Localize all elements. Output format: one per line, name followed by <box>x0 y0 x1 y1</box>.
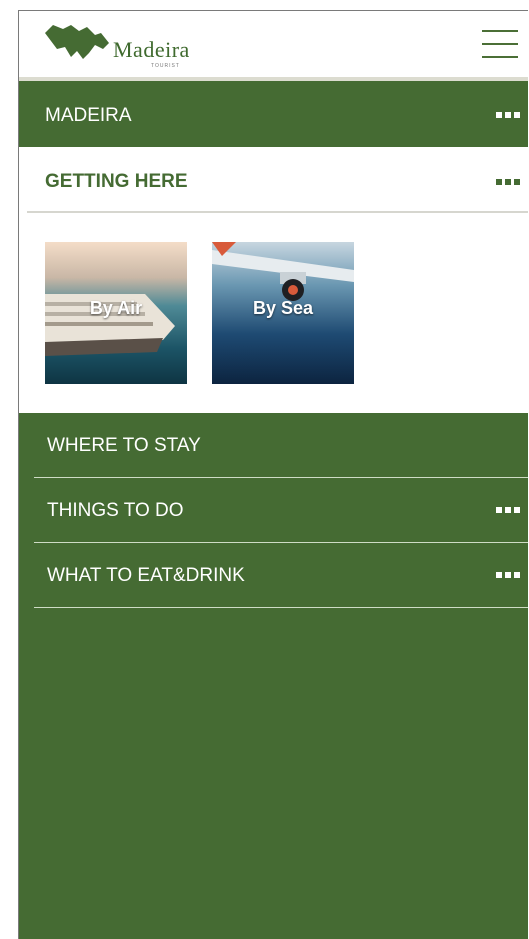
card-by-sea[interactable]: By Sea <box>212 242 354 384</box>
menu-item-getting-here[interactable]: GETTING HERE <box>45 171 188 193</box>
madeira-logo[interactable]: Madeira TOURIST <box>43 23 203 73</box>
app-frame: Madeira TOURIST MADEIRA GETTING HERE By … <box>18 10 528 939</box>
menu-item-things-to-do[interactable]: THINGS TO DO <box>34 478 528 543</box>
menu-item-label: WHAT TO EAT&DRINK <box>47 565 245 586</box>
more-dots-icon[interactable] <box>496 112 520 118</box>
menu-item-where-to-stay[interactable]: WHERE TO STAY <box>34 413 528 478</box>
submenu-divider <box>27 211 528 213</box>
logo-subtitle: TOURIST <box>151 63 180 69</box>
madeira-island-icon <box>45 25 109 59</box>
menu-item-label: MADEIRA <box>45 105 132 126</box>
card-by-air[interactable]: By Air <box>45 242 187 384</box>
more-dots-icon[interactable] <box>496 179 520 185</box>
app-header: Madeira TOURIST <box>19 11 528 77</box>
menu-item-label: THINGS TO DO <box>47 500 184 521</box>
submenu-getting-here: GETTING HERE By Air By Sea <box>19 147 528 413</box>
card-label: By Sea <box>252 298 314 318</box>
more-dots-icon[interactable] <box>496 572 520 578</box>
more-dots-icon[interactable] <box>496 507 520 513</box>
menu-item-madeira[interactable]: MADEIRA <box>19 81 528 147</box>
menu-item-label: WHERE TO STAY <box>47 435 201 456</box>
card-label: By Air <box>89 298 143 318</box>
menu-item-what-to-eat-drink[interactable]: WHAT TO EAT&DRINK <box>34 543 528 608</box>
hamburger-icon[interactable] <box>482 27 518 61</box>
logo-wordmark: Madeira <box>113 37 190 62</box>
